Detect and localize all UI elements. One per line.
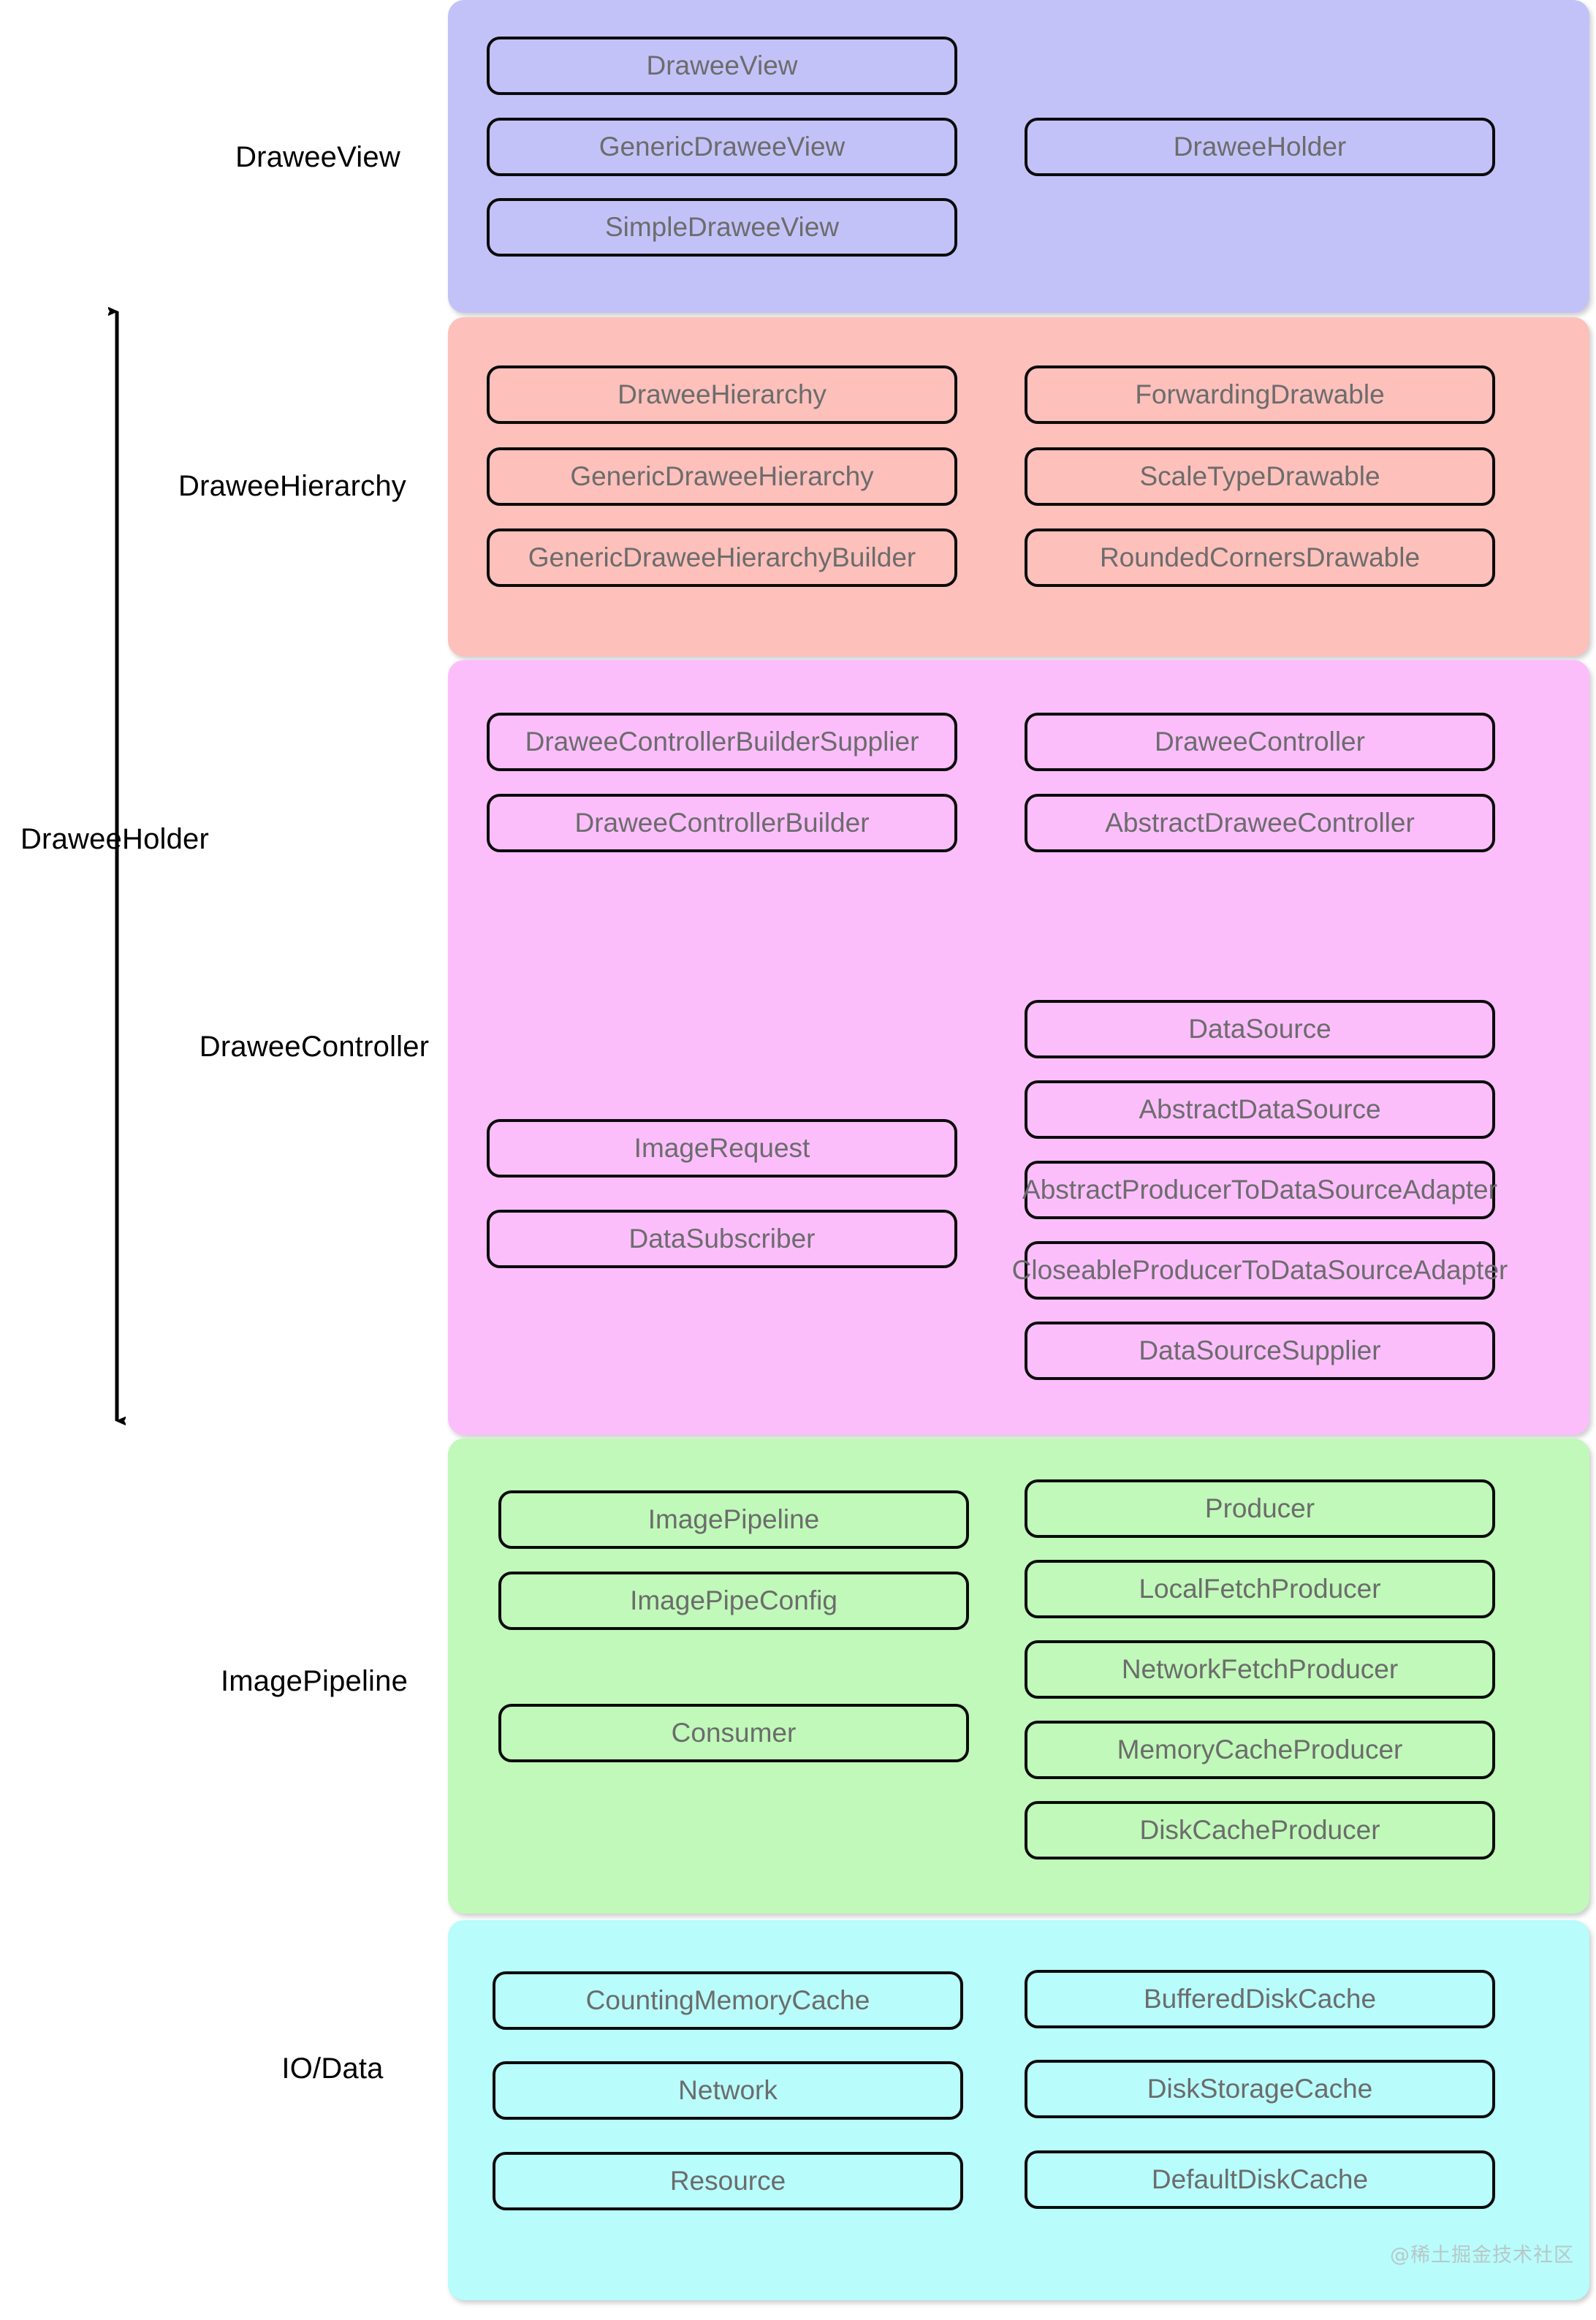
class-box[interactable]: CloseableProducerToDataSourceAdapter	[1012, 1241, 1508, 1300]
class-box[interactable]: DataSource	[1025, 1000, 1495, 1058]
class-box[interactable]: ImagePipeConfig	[498, 1572, 969, 1630]
class-box[interactable]: DraweeView	[487, 37, 957, 95]
class-box[interactable]: DataSourceSupplier	[1025, 1322, 1495, 1380]
class-box[interactable]: DraweeControllerBuilderSupplier	[487, 713, 957, 771]
class-box[interactable]: DataSubscriber	[487, 1210, 957, 1268]
class-box[interactable]: ImagePipeline	[498, 1490, 969, 1549]
class-box[interactable]: NetworkFetchProducer	[1025, 1640, 1495, 1699]
class-box[interactable]: SimpleDraweeView	[487, 198, 957, 257]
class-box[interactable]: Network	[493, 2061, 963, 2120]
side-label: ImagePipeline	[220, 1665, 408, 1697]
class-box[interactable]: DraweeHolder	[1025, 118, 1495, 176]
class-box[interactable]: GenericDraweeHierarchyBuilder	[487, 528, 957, 587]
side-label: DraweeHierarchy	[178, 470, 406, 502]
class-box[interactable]: DraweeControllerBuilder	[487, 794, 957, 852]
side-label: DraweeController	[199, 1031, 430, 1063]
class-box[interactable]: AbstractDataSource	[1025, 1080, 1495, 1139]
class-box[interactable]: DiskStorageCache	[1025, 2060, 1495, 2118]
class-box[interactable]: CountingMemoryCache	[493, 1971, 963, 2030]
class-box[interactable]: AbstractDraweeController	[1025, 794, 1495, 852]
architecture-diagram: DraweeView GenericDraweeView SimpleDraweeV…	[0, 0, 1596, 2320]
class-box[interactable]: BufferedDiskCache	[1025, 1970, 1495, 2028]
class-box[interactable]: LocalFetchProducer	[1025, 1560, 1495, 1618]
class-box[interactable]: ImageRequest	[487, 1119, 957, 1178]
class-box[interactable]: DefaultDiskCache	[1025, 2150, 1495, 2209]
class-box[interactable]: DiskCacheProducer	[1025, 1801, 1495, 1860]
class-box[interactable]: GenericDraweeHierarchy	[487, 447, 957, 506]
watermark-text: @稀土掘金技术社区	[1390, 2244, 1574, 2267]
class-box[interactable]: RoundedCornersDrawable	[1025, 528, 1495, 587]
class-box[interactable]: DraweeHierarchy	[487, 365, 957, 424]
class-box[interactable]: Resource	[493, 2152, 963, 2210]
class-box[interactable]: GenericDraweeView	[487, 118, 957, 176]
class-box[interactable]: AbstractProducerToDataSourceAdapter	[1022, 1161, 1497, 1219]
class-box[interactable]: ScaleTypeDrawable	[1025, 447, 1495, 506]
side-label: DraweeView	[235, 141, 400, 173]
class-box[interactable]: Producer	[1025, 1479, 1495, 1538]
class-box[interactable]: DraweeController	[1025, 713, 1495, 771]
drawee-holder-span-arrow	[96, 300, 140, 1433]
class-box[interactable]: Consumer	[498, 1704, 969, 1762]
side-label: IO/Data	[281, 2052, 384, 2085]
class-box[interactable]: ForwardingDrawable	[1025, 365, 1495, 424]
class-box[interactable]: MemoryCacheProducer	[1025, 1721, 1495, 1779]
